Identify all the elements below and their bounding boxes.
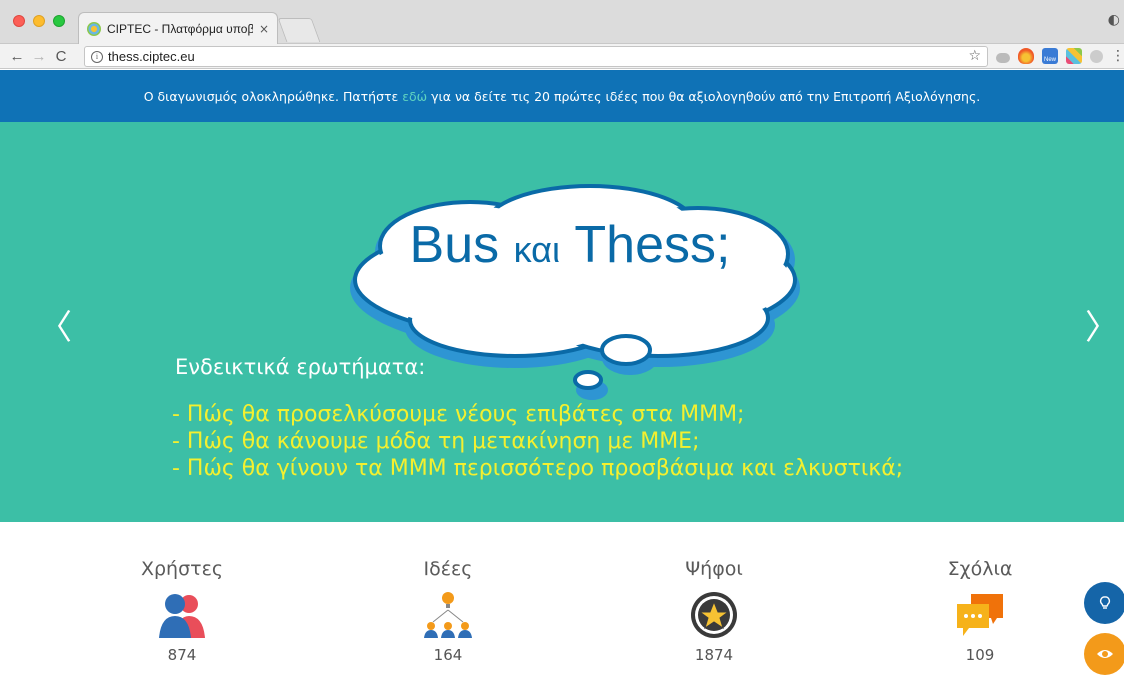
lightbulb-icon	[1099, 596, 1111, 609]
tab-title: CIPTEC - Πλατφόρμα υποβολής	[107, 21, 253, 36]
title-part-2: και	[513, 229, 560, 270]
s-extension-icon[interactable]	[1090, 49, 1103, 63]
title-part-1: Bus	[409, 216, 514, 274]
cloud-title: Bus και Thess;	[400, 215, 740, 275]
forward-arrow-icon[interactable]: →	[28, 48, 50, 65]
address-bar[interactable]: i thess.ciptec.eu ☆	[84, 46, 988, 67]
stats-section: Χρήστες 874 Ιδέες 164 Ψήφοι 1874 Σχόλια …	[0, 522, 1124, 687]
bookmark-star-icon[interactable]: ☆	[968, 48, 981, 64]
info-icon[interactable]: i	[91, 50, 103, 63]
carousel-prev-icon[interactable]: 〈	[38, 300, 72, 349]
comments-icon	[957, 594, 1003, 636]
stat-users: Χρήστες 874	[92, 558, 272, 664]
cloud-extension-icon[interactable]	[996, 52, 1010, 63]
ciptec-favicon-icon	[87, 21, 101, 36]
notice-text-before: Ο διαγωνισμός ολοκληρώθηκε. Πατήστε	[143, 88, 403, 104]
hero-question-1: - Πώς θα προσελκύσουμε νέους επιβάτες στ…	[172, 402, 745, 427]
stat-value: 164	[433, 646, 463, 664]
new-extension-icon[interactable]: New	[1042, 48, 1058, 64]
stat-comments: Σχόλια 109	[890, 558, 1070, 664]
new-tab-button[interactable]	[277, 18, 321, 42]
view-fab-button[interactable]	[1084, 633, 1124, 675]
title-part-3: Thess;	[559, 216, 731, 274]
stat-value: 874	[167, 646, 197, 664]
stat-label: Χρήστες	[140, 558, 224, 580]
carousel-next-icon[interactable]: 〉	[1085, 300, 1119, 349]
notice-banner: Ο διαγωνισμός ολοκληρώθηκε. Πατήστε εδώ …	[0, 70, 1124, 122]
ideas-icon	[424, 592, 472, 638]
stat-value: 109	[965, 646, 995, 664]
back-arrow-icon[interactable]: ←	[6, 48, 28, 65]
stat-label: Σχόλια	[947, 558, 1013, 580]
maximize-window-button[interactable]	[53, 15, 65, 27]
stat-label: Ιδέες	[423, 558, 473, 580]
x-extension-icon[interactable]	[1066, 48, 1082, 64]
hero-question-2: - Πώς θα κάνουμε μόδα τη μετακίνηση με Μ…	[172, 429, 700, 454]
notice-link[interactable]: εδώ	[402, 89, 427, 104]
idea-fab-button[interactable]	[1084, 582, 1124, 624]
profile-icon[interactable]: ◐	[1108, 12, 1120, 28]
browser-toolbar: ← → C i thess.ciptec.eu ☆ New ⋮	[0, 44, 1124, 69]
users-icon	[159, 594, 205, 638]
fire-extension-icon[interactable]	[1018, 48, 1034, 64]
close-window-button[interactable]	[13, 15, 25, 27]
star-badge-icon	[691, 592, 737, 638]
hero-heading: Ενδεικτικά ερωτήματα:	[175, 355, 426, 379]
url-text: thess.ciptec.eu	[108, 49, 195, 64]
extension-icons: New ⋮	[996, 48, 1124, 64]
hero-question-3: - Πώς θα γίνουν τα ΜΜΜ περισσότερο προσβ…	[172, 456, 904, 481]
menu-dots-icon[interactable]: ⋮	[1111, 48, 1124, 64]
browser-tab[interactable]: CIPTEC - Πλατφόρμα υποβολής ×	[78, 12, 278, 44]
notice-text: Ο διαγωνισμός ολοκληρώθηκε. Πατήστε εδώ …	[144, 89, 981, 104]
window-controls	[13, 15, 65, 27]
eye-icon	[1097, 650, 1113, 658]
stat-ideas: Ιδέες 164	[358, 558, 538, 664]
tab-close-icon[interactable]: ×	[259, 22, 269, 36]
stat-votes: Ψήφοι 1874	[624, 558, 804, 664]
stat-value: 1874	[694, 646, 734, 664]
notice-text-after: για να δείτε τις 20 πρώτες ιδέες που θα …	[427, 88, 981, 104]
hero-carousel: 〈 〉 Bus και Thess; Ενδεικτικά ερωτήματα:…	[0, 122, 1124, 522]
stat-label: Ψήφοι	[685, 558, 743, 580]
reload-icon[interactable]: C	[50, 48, 72, 65]
minimize-window-button[interactable]	[33, 15, 45, 27]
browser-tab-bar: CIPTEC - Πλατφόρμα υποβολής × ◐	[0, 0, 1124, 44]
